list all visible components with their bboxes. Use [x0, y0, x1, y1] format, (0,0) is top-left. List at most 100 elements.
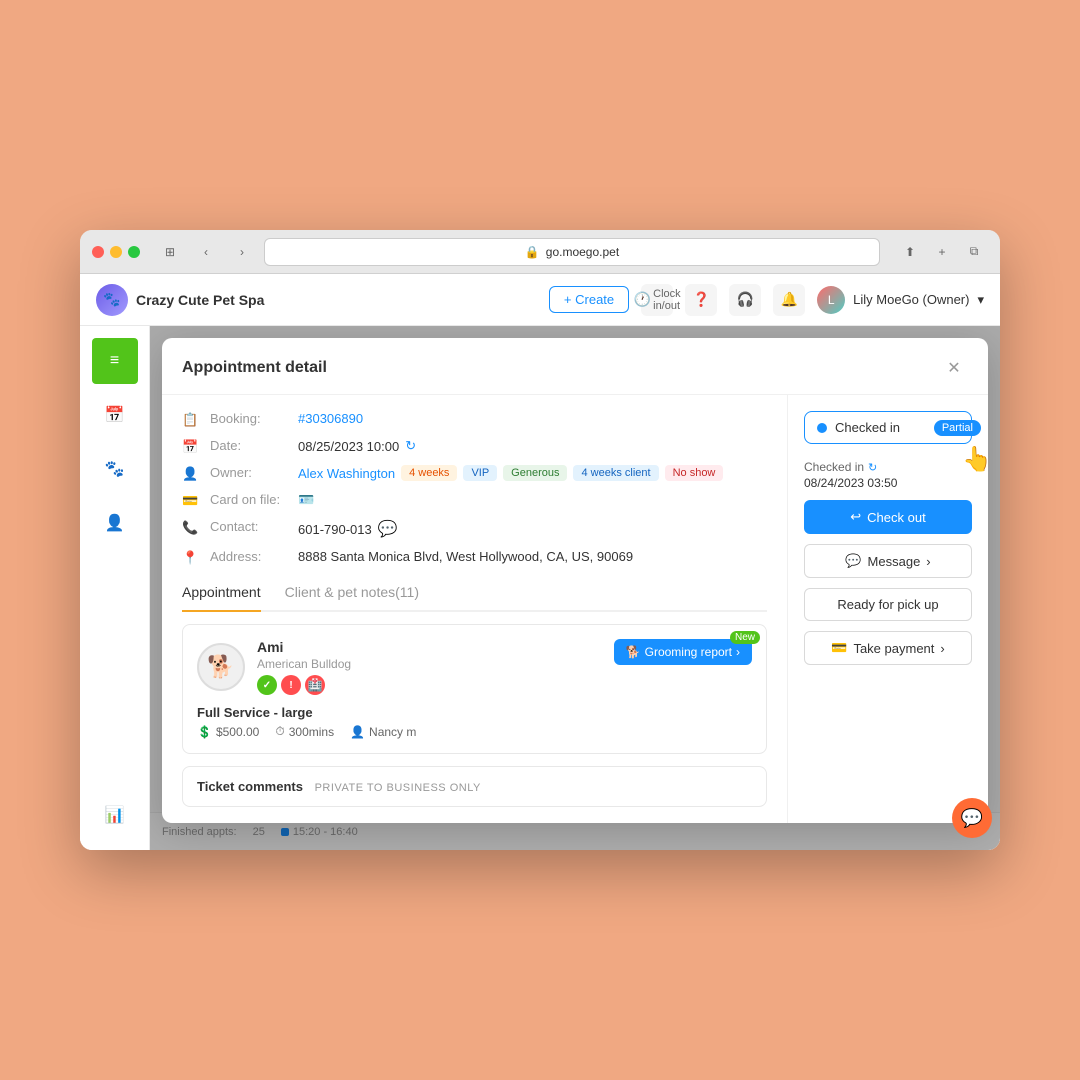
sidebar-item-clients[interactable]: 👤 [92, 500, 138, 546]
checkin-refresh-icon[interactable]: ↻ [868, 461, 877, 474]
ticket-label: Ticket comments [197, 779, 303, 794]
clock-icon: ⏱ [275, 724, 284, 739]
address-bar[interactable]: 🔒 go.moego.pet [264, 238, 880, 266]
sidebar-item-calendar[interactable]: 📅 [92, 392, 138, 438]
sidebar-item-pets[interactable]: 🐾 [92, 446, 138, 492]
pet-name: Ami [257, 639, 351, 655]
message-icon[interactable]: 💬 [378, 519, 398, 539]
clock-icon: 🕐 [634, 291, 651, 308]
card-file-icon: 🪪 [298, 492, 314, 508]
create-button-label: + Create [564, 292, 614, 307]
minimize-traffic-light[interactable] [110, 246, 122, 258]
app-content: 🐾 Crazy Cute Pet Spa + Create 🕐 Clock in… [80, 274, 1000, 850]
tab-client-notes[interactable]: Client & pet notes(11) [285, 576, 419, 612]
owner-name[interactable]: Alex Washington [298, 466, 395, 481]
close-traffic-light[interactable] [92, 246, 104, 258]
sidebar-toggle-icon[interactable]: ⊞ [156, 238, 184, 266]
date-label: Date: [210, 438, 290, 453]
card-value: 🪪 [298, 492, 314, 508]
contact-number: 601-790-013 [298, 522, 372, 537]
traffic-lights [92, 246, 140, 258]
grooming-chevron-icon: › [736, 645, 740, 659]
chart-icon: 📊 [105, 805, 125, 825]
address-text: 8888 Santa Monica Blvd, West Hollywood, … [298, 549, 633, 564]
modal-header: Appointment detail ✕ [162, 338, 988, 395]
booking-value: #30306890 [298, 411, 363, 426]
checked-in-text: Checked in [804, 460, 864, 474]
appointment-detail-modal: Appointment detail ✕ 📋 Booking: [162, 338, 988, 823]
pet-details: Ami American Bulldog ✓ ! 🏥 [257, 639, 351, 695]
payment-chevron-icon: › [940, 641, 944, 656]
user-avatar: L [817, 286, 845, 314]
grooming-report-button[interactable]: 🐕 Grooming report › New [614, 639, 752, 665]
forward-icon[interactable]: › [228, 238, 256, 266]
service-staff: 👤 Nancy m [350, 724, 416, 739]
card-icon: 💳 [182, 493, 202, 509]
content-area: Appointment detail ✕ 📋 Booking: [150, 326, 1000, 850]
address-row: 📍 Address: 8888 Santa Monica Blvd, West … [182, 549, 767, 566]
clock-button[interactable]: 🕐 Clock in/out [641, 284, 673, 316]
tab-appointment[interactable]: Appointment [182, 576, 261, 612]
help-icon-btn[interactable]: ❓ [685, 284, 717, 316]
new-tab-icon[interactable]: + [928, 238, 956, 266]
sidebar-item-menu[interactable]: ≡ [92, 338, 138, 384]
checked-in-label: Checked in ↻ [804, 460, 972, 474]
card-label: Card on file: [210, 492, 290, 507]
status-dropdown[interactable]: Checked in Partial [804, 411, 972, 444]
browser-action-buttons: ⬆ + ⧉ [896, 238, 988, 266]
browser-titlebar: ⊞ ‹ › 🔒 go.moego.pet ⬆ + ⧉ [80, 230, 1000, 274]
grooming-report-label: Grooming report [645, 645, 732, 659]
booking-icon: 📋 [182, 412, 202, 428]
url-text: go.moego.pet [546, 245, 619, 259]
headset-icon-btn[interactable]: 🎧 [729, 284, 761, 316]
refresh-icon[interactable]: ↻ [405, 438, 416, 454]
clock-label: Clock in/out [653, 288, 681, 312]
grooming-icon: 🐕 [626, 645, 641, 659]
ticket-private-note: PRIVATE TO BUSINESS ONLY [315, 782, 481, 794]
modal-right-panel: Checked in Partial 👆 Checked in [788, 395, 988, 823]
fullscreen-traffic-light[interactable] [128, 246, 140, 258]
tabs-icon[interactable]: ⧉ [960, 238, 988, 266]
back-icon[interactable]: ‹ [192, 238, 220, 266]
tag-4weeks-client: 4 weeks client [573, 465, 658, 481]
notification-icon-btn[interactable]: 🔔 [773, 284, 805, 316]
contact-label: Contact: [210, 519, 290, 534]
take-payment-button[interactable]: 💳 Take payment › [804, 631, 972, 665]
user-menu[interactable]: L Lily MoeGo (Owner) ▾ [817, 286, 984, 314]
status-text: Checked in [835, 420, 900, 435]
partial-badge: Partial [934, 420, 981, 436]
message-btn-icon: 💬 [845, 553, 861, 569]
main-area: ≡ 📅 🐾 👤 📊 [80, 326, 1000, 850]
booking-link[interactable]: #30306890 [298, 411, 363, 426]
address-value: 8888 Santa Monica Blvd, West Hollywood, … [298, 549, 633, 564]
staff-value: Nancy m [369, 725, 416, 739]
message-button[interactable]: 💬 Message › [804, 544, 972, 578]
checkout-button[interactable]: ↩ Check out [804, 500, 972, 534]
paw-icon: 🐾 [105, 459, 125, 479]
create-button[interactable]: + Create [549, 286, 629, 313]
user-dropdown-icon: ▾ [977, 292, 984, 308]
browser-window: ⊞ ‹ › 🔒 go.moego.pet ⬆ + ⧉ 🐾 Crazy Cute … [80, 230, 1000, 850]
modal-close-button[interactable]: ✕ [940, 354, 968, 382]
app-logo: 🐾 Crazy Cute Pet Spa [96, 284, 264, 316]
contact-value: 601-790-013 💬 [298, 519, 398, 539]
tag-4weeks: 4 weeks [401, 465, 457, 481]
service-price: 💲 $500.00 [197, 724, 259, 739]
chat-fab-button[interactable]: 💬 [952, 798, 992, 838]
checked-in-date: 08/24/2023 03:50 [804, 476, 972, 490]
price-value: $500.00 [216, 725, 259, 739]
payment-card-icon: 💳 [831, 640, 847, 656]
address-label: Address: [210, 549, 290, 564]
share-icon[interactable]: ⬆ [896, 238, 924, 266]
calendar-icon: 📅 [105, 405, 125, 425]
ready-pickup-button[interactable]: Ready for pick up [804, 588, 972, 621]
user-name: Lily MoeGo (Owner) [853, 292, 969, 307]
checked-in-info: Checked in ↻ 08/24/2023 03:50 [804, 460, 972, 490]
pet-badges: ✓ ! 🏥 [257, 675, 351, 695]
pet-card-header: 🐕 Ami American Bulldog ✓ ! [197, 639, 752, 695]
app-name: Crazy Cute Pet Spa [136, 292, 264, 308]
sidebar: ≡ 📅 🐾 👤 📊 [80, 326, 150, 850]
sidebar-item-reports[interactable]: 📊 [92, 792, 138, 838]
ready-label: Ready for pick up [837, 597, 938, 612]
menu-icon: ≡ [110, 352, 119, 370]
